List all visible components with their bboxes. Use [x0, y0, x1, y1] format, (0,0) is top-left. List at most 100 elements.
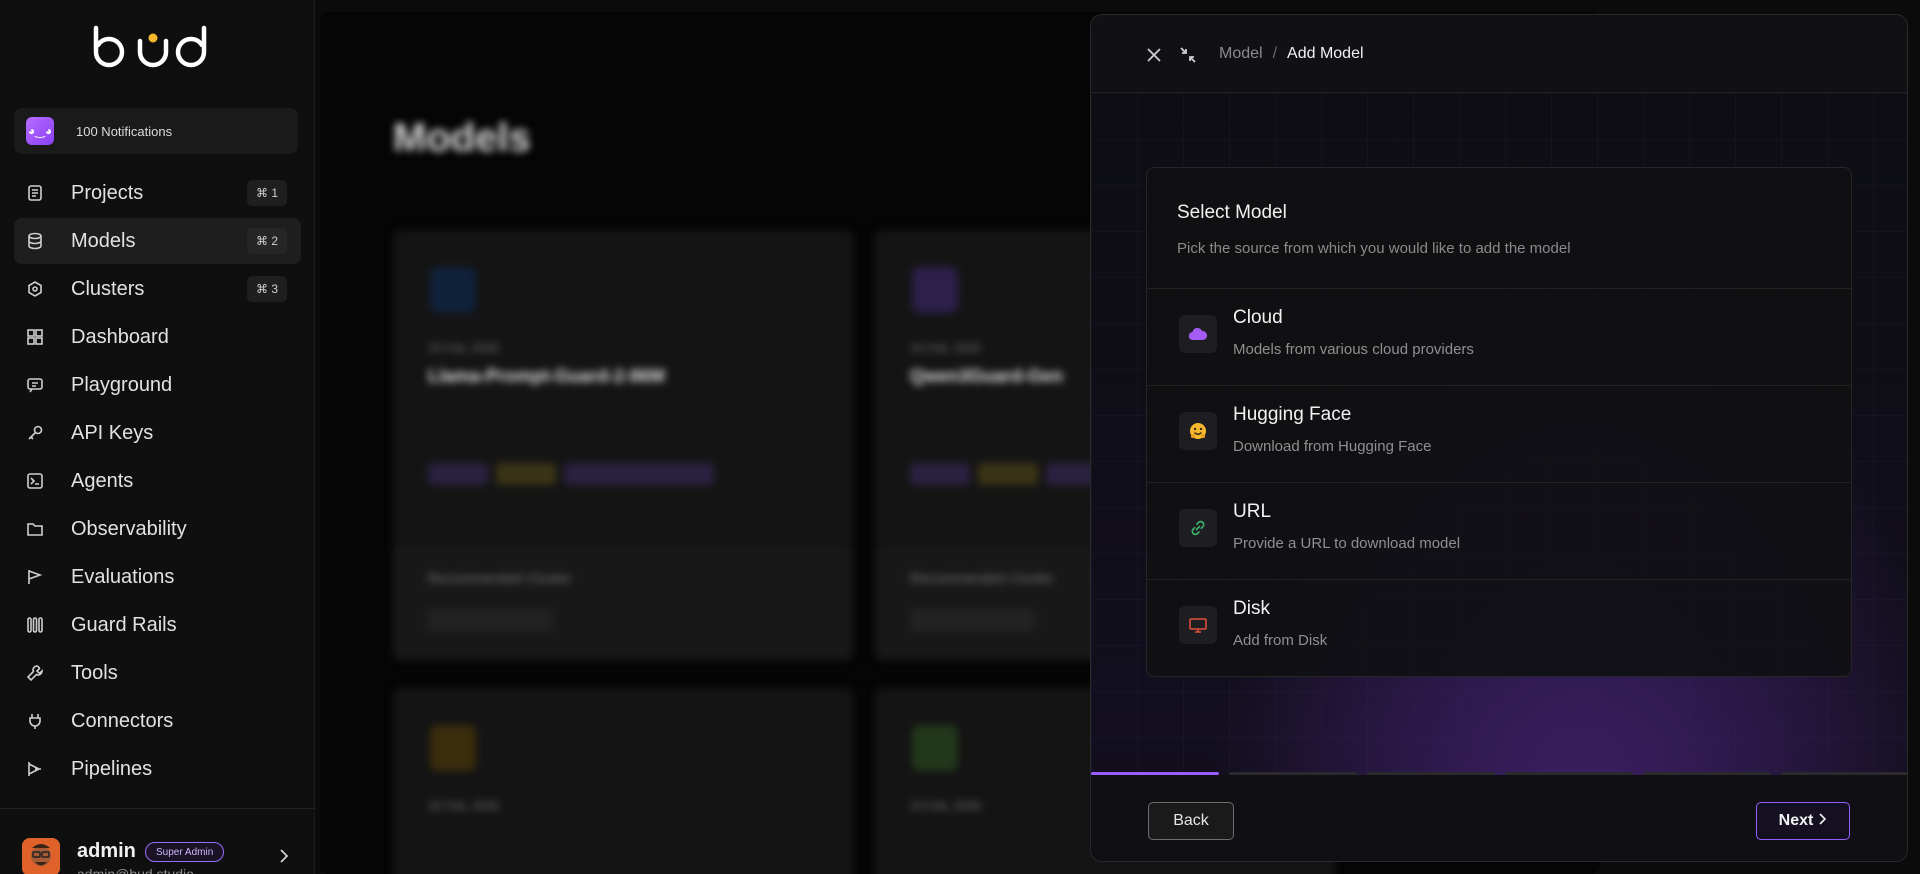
notifications-button[interactable]: ◕‿◕ 100 Notifications — [14, 108, 298, 154]
option-description: Add from Disk — [1233, 632, 1328, 649]
model-card[interactable]: 15 Feb, 2026 Llama-Prompt-Guard-2-86M Re… — [393, 230, 853, 660]
plug-icon — [26, 712, 44, 730]
next-button-label: Next — [1778, 812, 1814, 829]
tag — [428, 463, 488, 485]
page-title: Models — [393, 116, 531, 160]
shortcut-badge: ⌘ 2 — [246, 228, 287, 254]
sidebar-item-label: Dashboard — [71, 325, 169, 348]
sidebar-item-label: Pipelines — [71, 757, 153, 780]
grid-icon — [26, 328, 44, 346]
select-model-title: Select Model — [1177, 202, 1287, 223]
shortcut-badge: ⌘ 3 — [246, 276, 287, 302]
drawer-header: Model / Add Model — [1091, 15, 1907, 93]
user-name: admin — [77, 840, 136, 862]
avatar — [22, 838, 60, 874]
flag-icon — [26, 568, 44, 586]
sidebar-item-label: API Keys — [71, 421, 154, 444]
sidebar-item-api-keys[interactable]: API Keys — [14, 410, 301, 456]
sidebar-divider — [0, 808, 315, 809]
sidebar-item-label: Evaluations — [71, 565, 175, 588]
sidebar-item-label: Observability — [71, 517, 187, 540]
sidebar-item-agents[interactable]: Agents — [14, 458, 301, 504]
select-model-subtitle: Pick the source from which you would lik… — [1177, 240, 1571, 257]
recommended-cluster-value — [910, 608, 1035, 632]
model-date: 15 Feb, 2026 — [910, 341, 981, 355]
back-button-label: Back — [1173, 812, 1209, 829]
monitor-icon — [1179, 606, 1217, 644]
brand-logo[interactable] — [92, 24, 222, 74]
tag — [496, 463, 556, 485]
option-hugging-face[interactable]: Hugging Face Download from Hugging Face — [1147, 386, 1851, 483]
close-icon[interactable] — [1145, 46, 1163, 64]
sidebar-item-tools[interactable]: Tools — [14, 650, 301, 696]
option-title: URL — [1233, 501, 1272, 522]
sidebar-item-observability[interactable]: Observability — [14, 506, 301, 552]
chevron-right-icon[interactable] — [276, 848, 292, 864]
sidebar-item-models[interactable]: Models ⌘ 2 — [14, 218, 301, 264]
sidebar-item-label: Clusters — [71, 277, 145, 300]
sidebar-item-clusters[interactable]: Clusters ⌘ 3 — [14, 266, 301, 312]
sidebar-item-label: Models — [71, 229, 136, 252]
recommended-cluster-value — [428, 608, 553, 632]
model-tags — [428, 463, 714, 485]
minimize-icon[interactable] — [1179, 46, 1197, 64]
option-description: Download from Hugging Face — [1233, 438, 1432, 455]
sidebar-item-label: Projects — [71, 181, 144, 204]
tag — [564, 463, 714, 485]
back-button[interactable]: Back — [1148, 802, 1234, 840]
breadcrumb-parent[interactable]: Model — [1219, 45, 1263, 63]
option-title: Disk — [1233, 598, 1270, 619]
shortcut-badge: ⌘ 1 — [246, 180, 287, 206]
option-title: Hugging Face — [1233, 404, 1352, 425]
recommended-cluster-label: Recommended Cluster — [910, 570, 1054, 586]
notification-avatar-icon: ◕‿◕ — [26, 117, 54, 145]
option-disk[interactable]: Disk Add from Disk — [1147, 580, 1851, 676]
breadcrumb-current: Add Model — [1287, 45, 1364, 62]
option-cloud[interactable]: Cloud Models from various cloud provider… — [1147, 289, 1851, 386]
model-name: Qwen3Guard-Gen — [910, 366, 1064, 386]
breadcrumb-separator: / — [1272, 45, 1278, 62]
sidebar-item-connectors[interactable]: Connectors — [14, 698, 301, 744]
sidebar-item-dashboard[interactable]: Dashboard — [14, 314, 301, 360]
select-model-header: Select Model Pick the source from which … — [1147, 168, 1851, 289]
option-description: Provide a URL to download model — [1233, 535, 1461, 552]
next-button[interactable]: Next — [1756, 802, 1850, 840]
terminal-icon — [26, 472, 44, 490]
model-date: 15 Feb, 2026 — [428, 799, 499, 813]
sidebar-item-guard-rails[interactable]: Guard Rails — [14, 602, 301, 648]
sidebar-item-playground[interactable]: Playground — [14, 362, 301, 408]
user-profile[interactable]: admin Super Admin admin@bud.studio — [22, 838, 302, 874]
sidebar-item-projects[interactable]: Projects ⌘ 1 — [14, 170, 301, 216]
sidebar: ◕‿◕ 100 Notifications Projects ⌘ 1 Model… — [0, 0, 315, 874]
user-role-badge: Super Admin — [145, 842, 225, 862]
add-model-drawer: Model / Add Model Select Model Pick the … — [1090, 14, 1908, 862]
model-icon — [430, 267, 476, 313]
sidebar-item-pipelines[interactable]: Pipelines — [14, 746, 301, 792]
wrench-icon — [26, 664, 44, 682]
model-card[interactable]: 15 Feb, 2026 — [393, 688, 853, 874]
document-icon — [26, 184, 44, 202]
model-icon — [912, 725, 958, 771]
drawer-footer: Back Next — [1091, 775, 1907, 861]
model-icon — [430, 725, 476, 771]
model-date: 15 Feb, 2026 — [428, 341, 499, 355]
select-model-panel: Select Model Pick the source from which … — [1146, 167, 1852, 677]
sidebar-item-label: Connectors — [71, 709, 174, 732]
chat-icon — [26, 376, 44, 394]
folder-icon — [26, 520, 44, 538]
sidebar-nav: Projects ⌘ 1 Models ⌘ 2 Clusters ⌘ 3 Das… — [14, 170, 301, 794]
model-name: Llama-Prompt-Guard-2-86M — [428, 366, 666, 386]
user-email: admin@bud.studio — [77, 866, 194, 874]
sidebar-item-label: Guard Rails — [71, 613, 177, 636]
option-url[interactable]: URL Provide a URL to download model — [1147, 483, 1851, 580]
breadcrumb: Model / Add Model — [1219, 45, 1364, 63]
model-icon — [912, 267, 958, 313]
sidebar-item-label: Playground — [71, 373, 173, 396]
sidebar-item-label: Agents — [71, 469, 134, 492]
key-icon — [26, 424, 44, 442]
sidebar-item-evaluations[interactable]: Evaluations — [14, 554, 301, 600]
app-root: ◕‿◕ 100 Notifications Projects ⌘ 1 Model… — [0, 0, 1920, 874]
chevron-right-icon — [1817, 812, 1827, 830]
model-card-footer: Recommended Cluster — [394, 549, 852, 659]
columns-icon — [26, 616, 44, 634]
